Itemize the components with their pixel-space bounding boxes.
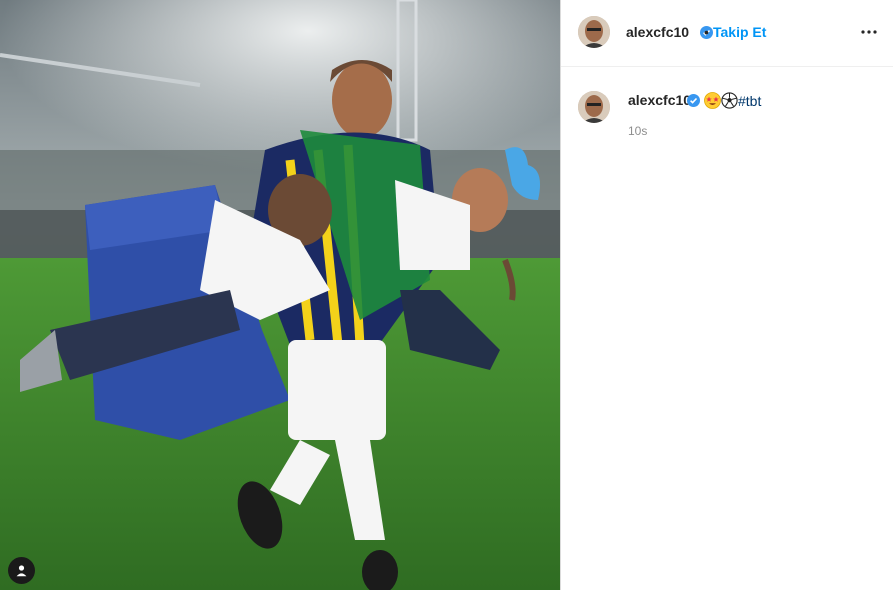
user-tag-button[interactable]	[8, 557, 35, 584]
post-side-panel: alexcfc10 • Takip Et alexcfc10 #tbt 10s	[560, 0, 893, 590]
caption-avatar[interactable]	[578, 91, 610, 123]
verified-badge-icon	[687, 94, 700, 107]
separator-dot: •	[704, 24, 709, 40]
author-avatar[interactable]	[578, 16, 610, 48]
more-options-icon	[861, 30, 877, 34]
post-timestamp[interactable]: 10s	[628, 124, 647, 138]
author-username[interactable]: alexcfc10	[626, 24, 689, 40]
photo-image	[0, 0, 560, 590]
more-options-button[interactable]	[857, 22, 881, 42]
soccer-ball-emoji	[721, 92, 738, 109]
caption-username[interactable]: alexcfc10	[628, 92, 691, 108]
avatar-image	[578, 16, 610, 48]
post-photo[interactable]	[0, 0, 560, 590]
user-tag-icon	[16, 565, 27, 577]
avatar-image	[578, 91, 610, 123]
hashtag-link[interactable]: #tbt	[738, 93, 761, 109]
post-header: alexcfc10 • Takip Et	[561, 0, 893, 67]
caption-text: #tbt	[704, 92, 761, 109]
star-struck-emoji	[704, 92, 721, 109]
follow-button[interactable]: Takip Et	[713, 24, 766, 40]
